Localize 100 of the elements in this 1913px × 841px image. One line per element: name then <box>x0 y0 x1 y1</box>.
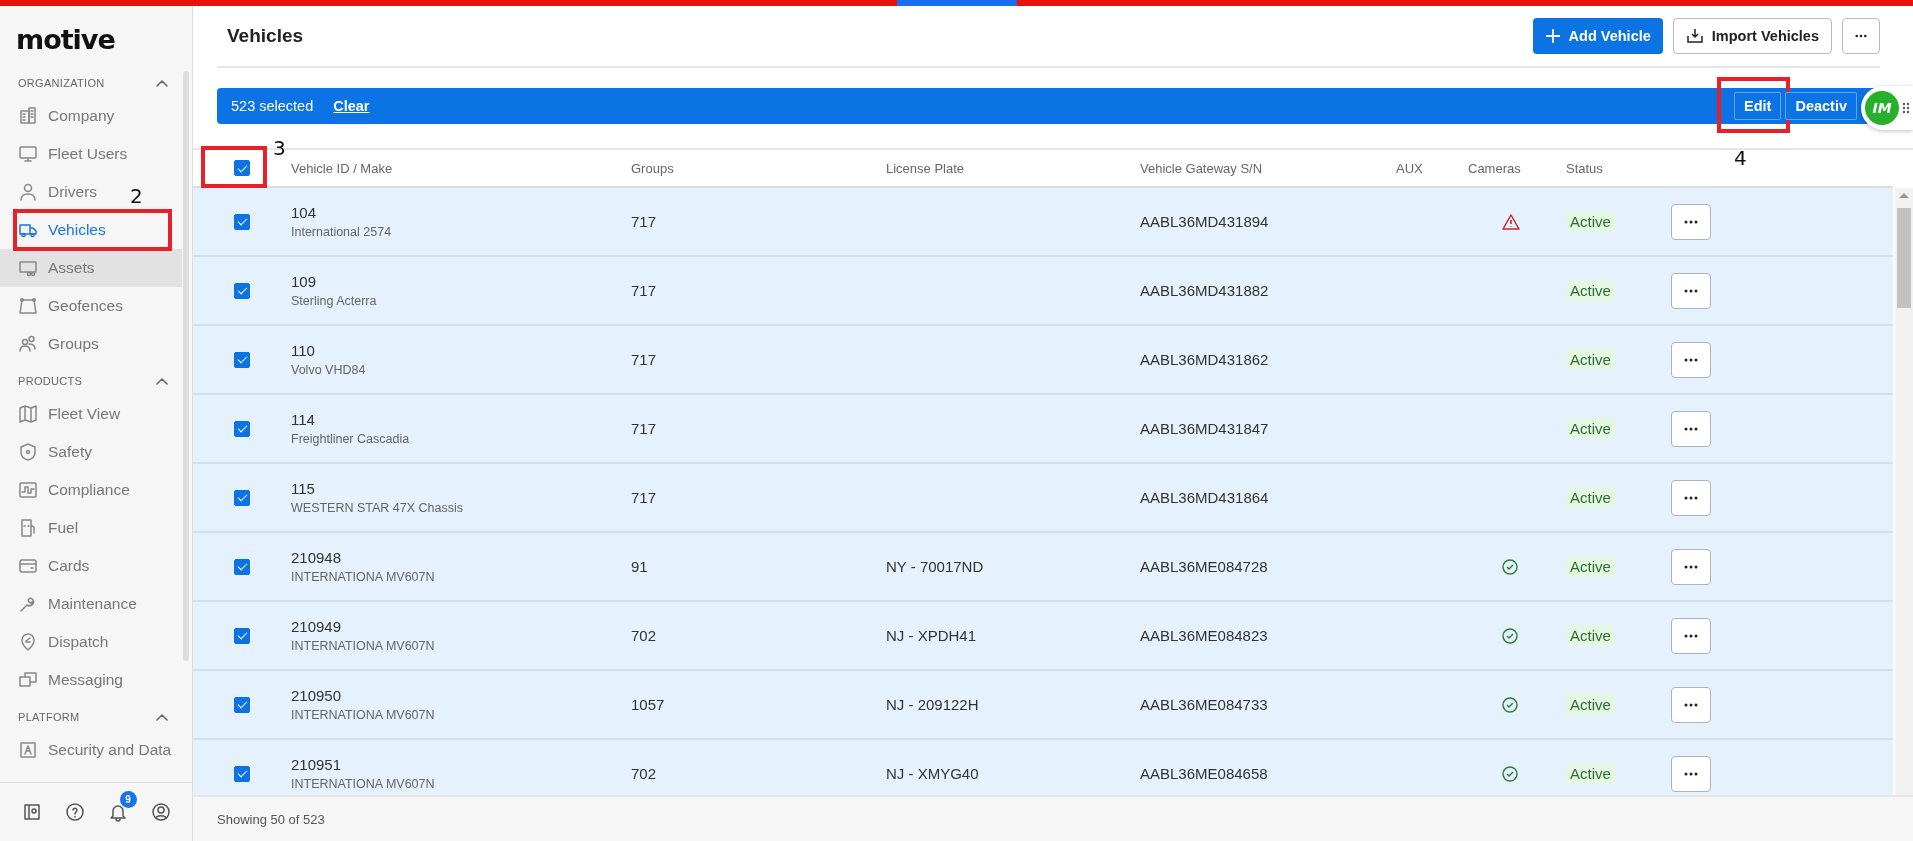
callout-number: 4 <box>1734 148 1747 168</box>
sidebar-item[interactable]: Compliance <box>0 471 140 509</box>
action-button[interactable]: Deactiv <box>1785 92 1857 120</box>
scrollbar[interactable] <box>1895 188 1913 795</box>
chevron-icon[interactable] <box>156 713 168 721</box>
sidebar-item[interactable]: Assets <box>0 249 182 287</box>
selection-count: 523 selected <box>231 98 314 114</box>
vehicle-make: INTERNATIONA MV607N <box>291 777 436 791</box>
polygon-icon <box>18 296 38 316</box>
sidebar-item[interactable]: Dispatch <box>0 623 119 661</box>
row-menu-button[interactable] <box>1671 617 1711 654</box>
status-tag: Active <box>1566 211 1615 232</box>
shield-icon <box>18 442 38 462</box>
table-row[interactable]: 114 Freightliner Cascadia 717 AABL36MD431847 Active <box>193 395 1893 464</box>
checkbox[interactable] <box>234 282 250 299</box>
table-cell-text: AABL36ME084733 <box>1140 696 1269 713</box>
clear-link[interactable]: Clear <box>333 98 370 114</box>
sidebar-item[interactable]: Geofences <box>0 287 133 325</box>
column-header[interactable]: Vehicle ID / Make <box>291 160 631 176</box>
help-icon[interactable] <box>64 802 85 822</box>
checkbox[interactable] <box>234 696 250 713</box>
map-icon <box>18 404 38 424</box>
sidebar-item[interactable]: Vehicles <box>0 211 116 249</box>
checkbox[interactable] <box>234 558 250 575</box>
checkbox[interactable] <box>234 160 250 176</box>
row-menu-button[interactable] <box>1671 548 1711 585</box>
map-pin-icon[interactable] <box>21 802 42 822</box>
row-menu-button[interactable] <box>1671 341 1711 378</box>
scrollbar[interactable] <box>183 71 189 661</box>
sidebar-item[interactable]: Safety <box>0 433 102 471</box>
column-header[interactable]: Status <box>1566 160 1733 176</box>
section-title: ORGANIZATION <box>18 77 105 89</box>
section-title: PRODUCTS <box>18 375 83 387</box>
sidebar-item[interactable]: Fuel <box>0 509 89 547</box>
sidebar-item[interactable]: Fleet Users <box>0 135 138 173</box>
table-row[interactable]: 210949 INTERNATIONA MV607N 702 NJ - XPDH41 AABL36ME084823 Active <box>193 602 1893 671</box>
table-row[interactable]: 210950 INTERNATIONA MV607N 1057 NJ - 209122H AABL36ME084733 Active <box>193 671 1893 740</box>
table-row[interactable]: 104 International 2574 717 AABL36MD431894 Active <box>193 188 1893 257</box>
table-row[interactable]: 210951 INTERNATIONA MV607N 702 NJ - XMYG40 AABL36ME084658 Active <box>193 740 1893 795</box>
sidebar-item[interactable]: Groups <box>0 325 109 363</box>
column-header[interactable]: License Plate <box>886 160 1140 176</box>
chevron-icon[interactable] <box>156 377 168 385</box>
sidebar-item[interactable]: Fleet View <box>0 395 131 433</box>
status-tag: Active <box>1566 556 1615 577</box>
checkbox[interactable] <box>234 213 250 230</box>
avatar[interactable]: IM <box>1865 91 1899 125</box>
vehicle-id: 210950 <box>291 687 343 704</box>
row-menu-button[interactable] <box>1671 203 1711 240</box>
add-vehicle-button[interactable]: Add Vehicle <box>1532 18 1663 54</box>
card-icon <box>18 556 38 576</box>
chat-icon <box>18 670 38 690</box>
table-row[interactable]: 109 Sterling Acterra 717 AABL36MD431882 Active <box>193 257 1893 326</box>
column-header[interactable]: Vehicle Gateway S/N <box>1140 160 1396 176</box>
row-menu-button[interactable] <box>1671 479 1711 516</box>
vehicle-id: 109 <box>291 273 318 290</box>
vehicle-make: Freightliner Cascadia <box>291 432 411 446</box>
table-cell-text: NY - 70017ND <box>886 558 985 575</box>
drag-handle-icon[interactable] <box>1902 102 1910 114</box>
checkbox[interactable] <box>234 627 250 644</box>
chart-icon <box>18 480 38 500</box>
more-icon <box>1684 495 1698 500</box>
table-row[interactable]: 210948 INTERNATIONA MV607N 91 NY - 70017ND AABL36ME084728 Active <box>193 533 1893 602</box>
import-button[interactable]: Import Vehicles <box>1672 18 1832 54</box>
logo[interactable]: motive <box>0 6 192 65</box>
vehicle-make: INTERNATIONA MV607N <box>291 570 436 584</box>
sidebar-item[interactable]: Company <box>0 97 125 135</box>
status-tag: Active <box>1566 349 1615 370</box>
page-title: Vehicles <box>227 25 305 47</box>
table-cell-text: AABL36MD431894 <box>1140 213 1270 230</box>
status-tag: Active <box>1566 280 1615 301</box>
checkbox[interactable] <box>234 489 250 506</box>
bell-icon[interactable] <box>107 802 128 822</box>
more-icon <box>1684 426 1698 431</box>
sidebar-item[interactable]: Drivers <box>0 173 108 211</box>
user-icon[interactable] <box>150 802 171 822</box>
table-row[interactable]: 115 WESTERN STAR 47X Chassis 717 AABL36MD431864 Active <box>193 464 1893 533</box>
vehicle-make: Volvo VHD84 <box>291 363 367 377</box>
row-menu-button[interactable] <box>1671 272 1711 309</box>
sidebar-item[interactable]: Security and Data <box>0 731 182 769</box>
checkbox[interactable] <box>234 765 250 782</box>
table-cell-text: NJ - 209122H <box>886 696 980 713</box>
table-cell-text: AABL36ME084823 <box>1140 627 1269 644</box>
row-menu-button[interactable] <box>1671 410 1711 447</box>
chevron-icon[interactable] <box>156 79 168 87</box>
fuel-pump-icon <box>18 518 38 538</box>
vehicle-id: 110 <box>291 342 316 359</box>
sidebar-item[interactable]: Messaging <box>0 661 133 699</box>
column-header[interactable]: AUX <box>1396 160 1468 176</box>
avatar-widget[interactable]: IM <box>1861 86 1913 130</box>
more-icon <box>1684 771 1698 776</box>
checkbox[interactable] <box>234 420 250 437</box>
row-menu-button[interactable] <box>1671 686 1711 723</box>
checkbox[interactable] <box>234 351 250 368</box>
sidebar-item[interactable]: Maintenance <box>0 585 147 623</box>
sidebar-item[interactable]: Cards <box>0 547 100 585</box>
column-header[interactable]: Cameras <box>1468 160 1566 176</box>
row-menu-button[interactable] <box>1671 755 1711 792</box>
action-button[interactable]: Edit <box>1734 92 1782 120</box>
column-header[interactable]: Groups <box>631 160 886 176</box>
table-row[interactable]: 110 Volvo VHD84 717 AABL36MD431862 Active <box>193 326 1893 395</box>
